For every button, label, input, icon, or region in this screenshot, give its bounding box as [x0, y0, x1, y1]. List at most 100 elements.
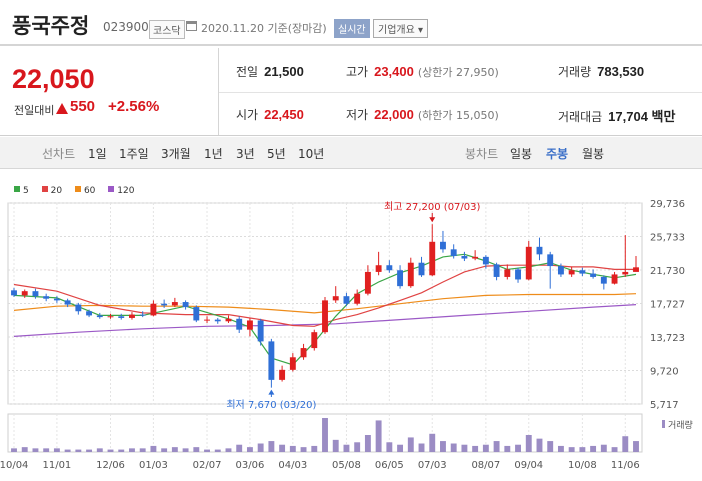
volume-bar: [504, 445, 511, 452]
high-arrow-icon: [429, 217, 436, 223]
volume-bar: [590, 445, 597, 452]
candle-body: [397, 270, 404, 287]
volume-bar: [322, 418, 328, 452]
volume-bar: [182, 448, 189, 452]
volume-bar: [354, 442, 361, 452]
volume-bar: [193, 447, 200, 452]
volume-bar: [171, 447, 178, 452]
volume-bar: [43, 448, 50, 452]
candle-body: [440, 241, 446, 250]
candle-body: [600, 276, 607, 284]
candle-body: [279, 369, 286, 380]
candle-body: [364, 271, 371, 294]
candle-body: [311, 332, 318, 349]
x-tick-label: 04/03: [278, 460, 307, 471]
candle-body: [429, 241, 436, 276]
candle-body: [386, 265, 393, 271]
candle-body: [204, 319, 210, 321]
x-tick-label: 09/04: [514, 460, 543, 471]
candle-body: [171, 302, 178, 306]
volume-bar: [472, 445, 479, 452]
candle-body: [107, 316, 114, 318]
volume-bar: [21, 447, 28, 452]
volume-bar: [482, 444, 489, 452]
candle-body: [418, 262, 425, 276]
candle-body: [43, 296, 50, 299]
x-tick-label: 03/06: [236, 460, 265, 471]
x-tick-label: 07/03: [418, 460, 447, 471]
volume-bar: [53, 448, 60, 452]
volume-bar: [107, 449, 114, 452]
volume-bar: [64, 449, 71, 452]
candle-body: [96, 315, 103, 318]
x-tick-label: 06/05: [375, 460, 404, 471]
candle-body: [493, 264, 500, 277]
x-tick-label: 12/06: [96, 460, 125, 471]
volume-bar: [86, 449, 93, 452]
candle-body: [86, 311, 93, 316]
y-tick-label: 9,720: [650, 367, 679, 378]
candle-body: [214, 319, 221, 322]
x-tick-label: 11/01: [42, 460, 71, 471]
y-tick-label: 25,733: [650, 232, 685, 243]
volume-bar: [525, 435, 532, 452]
candlestick-chart: 29,736 25,733 21,730 17,727 13,723 9,720 5,717…: [0, 199, 693, 471]
candle-body: [450, 249, 457, 257]
candle-body: [354, 293, 361, 304]
candle-body: [182, 302, 189, 308]
volume-bar: [139, 448, 146, 452]
candle-body: [236, 318, 243, 330]
volume-bar: [600, 444, 607, 452]
x-tick-label: 05/08: [332, 460, 361, 471]
volume-bar: [568, 447, 575, 452]
volume-bar: [343, 444, 350, 452]
candle-body: [129, 314, 135, 318]
x-tick-label: 01/03: [139, 460, 168, 471]
candle-body: [515, 269, 521, 280]
volume-bar: [440, 441, 446, 452]
x-tick-label: 08/07: [471, 460, 500, 471]
volume-bar: [150, 445, 157, 452]
volume-bar: [32, 448, 39, 452]
candle-body: [525, 246, 532, 280]
candle-body: [118, 316, 125, 318]
high-annotation: 최고 27,200 (07/03): [384, 201, 480, 213]
volume-bar: [332, 439, 339, 452]
volume-bar: [246, 447, 253, 452]
volume-bar: [257, 443, 264, 452]
volume-bar: [536, 438, 543, 452]
volume-bar: [515, 444, 521, 452]
volume-bar: [225, 448, 232, 452]
volume-bar: [493, 441, 500, 452]
volume-bar: [236, 444, 243, 452]
volume-bar: [279, 444, 286, 452]
volume-bar: [461, 444, 468, 452]
candle-body: [482, 256, 489, 265]
candle-body: [75, 304, 82, 312]
volume-bar: [11, 448, 17, 452]
volume-bar: [557, 445, 564, 452]
volume-bar: [633, 441, 639, 452]
candle-body: [536, 246, 543, 255]
x-tick-label: 10/04: [0, 460, 28, 471]
candle-body: [289, 357, 296, 370]
candle-body: [300, 348, 307, 358]
x-tick-label: 11/06: [611, 460, 640, 471]
candle-body: [322, 300, 328, 333]
volume-bar: [96, 448, 103, 452]
volume-bar: [450, 443, 457, 452]
y-tick-label: 29,736: [650, 199, 685, 210]
candle-body: [547, 254, 554, 267]
volume-bar: [75, 449, 82, 452]
volume-bar: [118, 449, 125, 452]
candle-body: [579, 270, 586, 274]
volume-label: 거래량: [668, 419, 693, 431]
volume-bar: [429, 433, 436, 452]
volume-bar: [129, 448, 135, 452]
candle-body: [21, 291, 28, 296]
y-tick-label: 13,723: [650, 333, 685, 344]
candle-body: [53, 298, 60, 301]
volume-bar: [268, 441, 275, 452]
volume-bar: [161, 448, 168, 452]
volume-bar: [214, 449, 221, 452]
